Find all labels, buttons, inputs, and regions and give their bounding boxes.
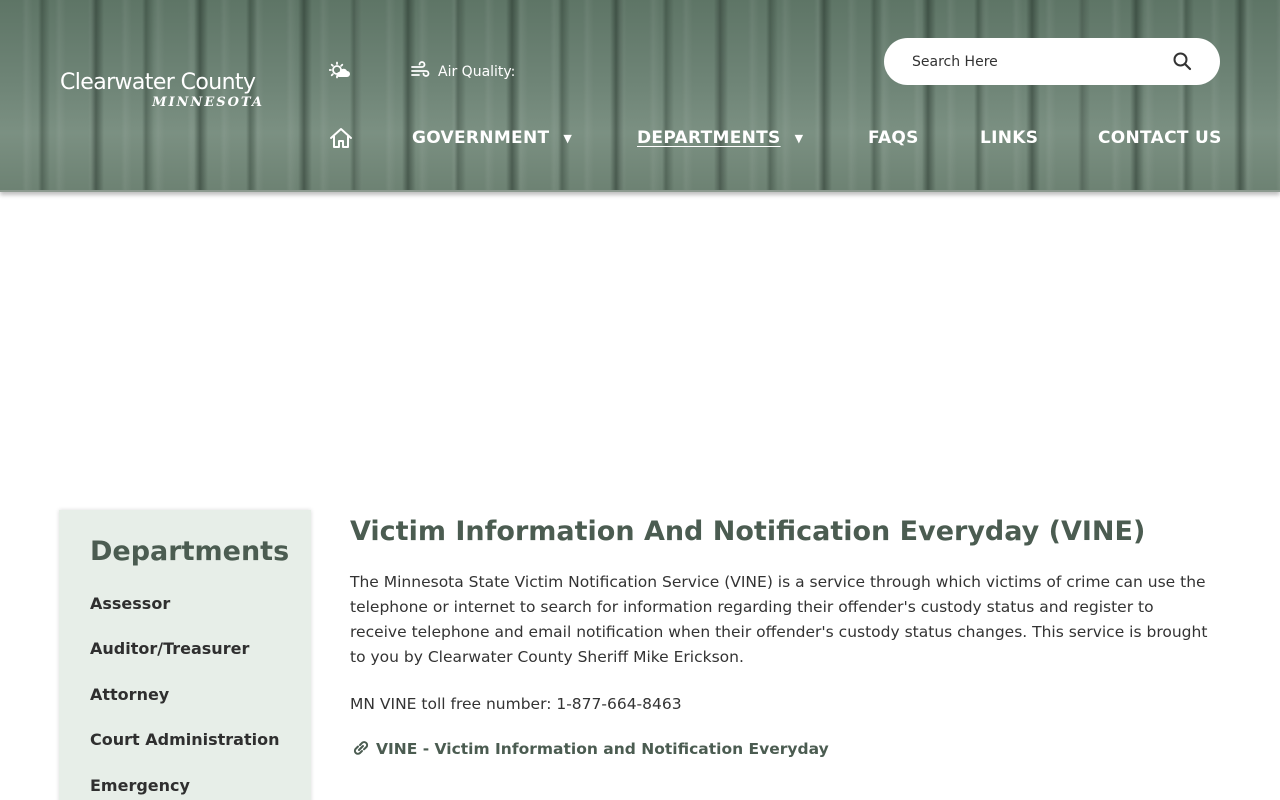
search-input[interactable] — [912, 53, 1162, 70]
logo-name: Clearwater County — [60, 70, 256, 95]
home-icon[interactable] — [329, 124, 355, 152]
sidebar: Departments Assessor Auditor/Treasurer A… — [59, 510, 311, 800]
nav-label: GOVERNMENT — [412, 128, 550, 148]
nav-item-departments[interactable]: DEPARTMENTS ▼ — [637, 124, 803, 152]
nav-item-links[interactable]: LINKS — [980, 124, 1038, 152]
sidebar-item-court-administration[interactable]: Court Administration — [90, 730, 279, 749]
nav-item-government[interactable]: GOVERNMENT ▼ — [412, 124, 572, 152]
air-quality-label: Air Quality: — [438, 64, 516, 80]
caret-down-icon: ▼ — [794, 131, 804, 145]
caret-down-icon: ▼ — [563, 131, 573, 145]
air-quality-widget[interactable]: Air Quality: — [410, 61, 515, 83]
vine-link[interactable]: VINE - Victim Information and Notificati… — [350, 738, 829, 760]
nav-item-contact-us[interactable]: CONTACT US — [1098, 124, 1222, 152]
sidebar-item-emergency[interactable]: Emergency — [90, 776, 190, 795]
weather-icon[interactable] — [328, 61, 353, 83]
nav-label: DEPARTMENTS — [637, 128, 781, 148]
intro-paragraph: The Minnesota State Victim Notification … — [350, 573, 1208, 666]
sidebar-item-attorney[interactable]: Attorney — [90, 685, 169, 704]
nav-item-faqs[interactable]: FAQS — [868, 124, 919, 152]
nav-label: LINKS — [980, 128, 1039, 148]
site-header: Clearwater County MINNESOTA Air Quality:… — [0, 0, 1280, 192]
sidebar-item-auditor-treasurer[interactable]: Auditor/Treasurer — [90, 639, 249, 658]
search-icon[interactable] — [1172, 51, 1194, 73]
main-nav: GOVERNMENT ▼ DEPARTMENTS ▼ FAQS LINKS CO… — [0, 124, 1280, 152]
nav-label: CONTACT US — [1098, 128, 1222, 148]
link-icon — [350, 738, 372, 760]
vine-link-label: VINE - Victim Information and Notificati… — [376, 740, 829, 758]
search-box — [884, 38, 1220, 85]
page-title: Victim Information And Notification Ever… — [350, 516, 1146, 547]
sidebar-title: Departments — [90, 536, 290, 567]
logo-subtitle: MINNESOTA — [152, 95, 264, 110]
phone-info: MN VINE toll free number: 1-877-664-8463 — [350, 695, 682, 713]
nav-label: FAQS — [868, 128, 919, 148]
wind-icon — [410, 61, 430, 83]
sidebar-item-assessor[interactable]: Assessor — [90, 594, 170, 613]
site-logo[interactable]: Clearwater County MINNESOTA — [60, 70, 280, 114]
